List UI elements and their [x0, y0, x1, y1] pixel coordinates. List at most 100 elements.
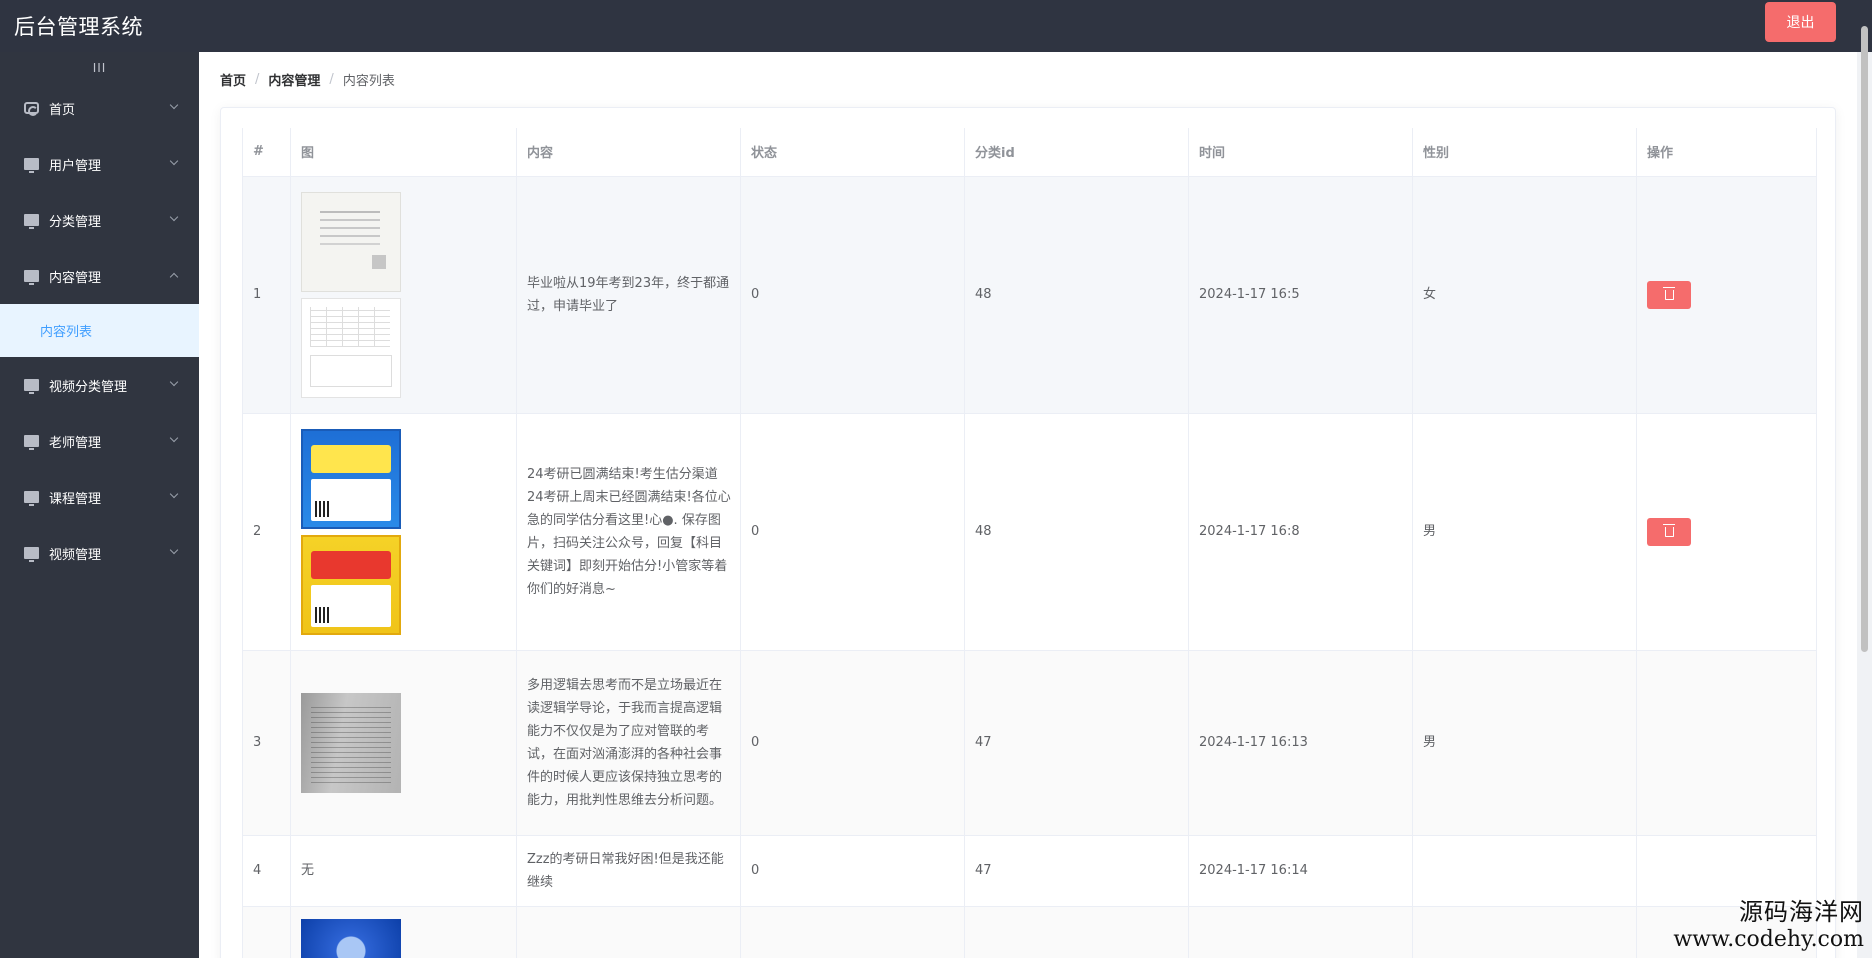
cell-index: 2	[242, 413, 291, 651]
trash-icon	[1662, 523, 1675, 537]
chevron-down-icon	[169, 100, 179, 110]
cell-category-id: 48	[964, 413, 1189, 651]
row-image-thumbnail[interactable]	[301, 534, 401, 635]
sidebar-item-categories[interactable]: 分类管理	[0, 192, 199, 248]
column-header-status: 状态	[740, 128, 965, 177]
sidebar-item-label: 首页	[49, 102, 76, 118]
cell-content: 24考研已圆满结束!考生估分渠道24考研上周末已经圆满结束!各位心急的同学估分看…	[516, 413, 741, 651]
cell-index: 1	[242, 176, 291, 414]
column-header-gender: 性别	[1412, 128, 1637, 177]
content-card: # 图 内容 状态 分类id 时间 性别 操作 1 毕业啦从19年考到23年，终…	[220, 107, 1836, 958]
cell-content	[516, 906, 741, 958]
breadcrumb-separator: /	[329, 72, 334, 87]
chevron-down-icon	[169, 545, 179, 555]
sidebar-item-label: 视频分类管理	[49, 379, 128, 395]
logout-button[interactable]: 退出	[1765, 2, 1836, 42]
cell-index	[242, 906, 291, 958]
content-table: # 图 内容 状态 分类id 时间 性别 操作 1 毕业啦从19年考到23年，终…	[242, 128, 1817, 958]
sidebar-item-users[interactable]: 用户管理	[0, 136, 199, 192]
sidebar-item-home[interactable]: 首页	[0, 80, 199, 136]
chevron-down-icon	[169, 377, 179, 387]
chevron-up-icon	[169, 272, 179, 282]
sidebar-item-label: 视频管理	[49, 547, 102, 563]
chevron-down-icon	[169, 156, 179, 166]
cell-content: Zzz的考研日常我好困!但是我还能继续	[516, 835, 741, 907]
sidebar-item-label: 内容管理	[49, 270, 102, 286]
cell-content: 多用逻辑去思考而不是立场最近在读逻辑学导论，于我而言提高逻辑能力不仅仅是为了应对…	[516, 650, 741, 836]
home-icon	[24, 102, 39, 116]
sidebar-item-video-categories[interactable]: 视频分类管理	[0, 357, 199, 413]
cell-content: 毕业啦从19年考到23年，终于都通过，申请毕业了	[516, 176, 741, 414]
cell-gender	[1412, 835, 1637, 907]
table-row: 1 毕业啦从19年考到23年，终于都通过，申请毕业了 0 48 2024-1-1…	[242, 176, 1817, 414]
cell-gender: 男	[1412, 650, 1637, 836]
sidebar-collapse-toggle[interactable]: III	[0, 56, 199, 80]
monitor-icon	[24, 435, 39, 450]
sidebar-item-label: 分类管理	[49, 214, 102, 230]
column-header-image: 图	[290, 128, 517, 177]
app-title: 后台管理系统	[14, 15, 143, 39]
cell-images	[290, 413, 517, 651]
sidebar-item-label: 课程管理	[49, 491, 102, 507]
cell-images	[290, 650, 517, 836]
top-header: 后台管理系统 退出	[0, 0, 1872, 52]
cell-actions	[1636, 413, 1817, 651]
sidebar-item-content[interactable]: 内容管理	[0, 248, 199, 304]
cell-gender: 男	[1412, 413, 1637, 651]
monitor-icon	[24, 214, 39, 229]
chevron-down-icon	[169, 489, 179, 499]
row-image-thumbnail[interactable]	[301, 428, 401, 529]
cell-category-id	[964, 906, 1189, 958]
main-content: 首页 / 内容管理 / 内容列表 # 图 内容 状态 分类id 时间 性别 操作…	[199, 52, 1857, 958]
sidebar-item-label: 老师管理	[49, 435, 102, 451]
sidebar-item-label: 用户管理	[49, 158, 102, 174]
breadcrumb-home[interactable]: 首页	[220, 70, 246, 89]
cell-images: 无	[290, 835, 517, 907]
table-row	[242, 906, 1817, 958]
delete-button[interactable]	[1647, 280, 1691, 309]
table-header-row: # 图 内容 状态 分类id 时间 性别 操作	[242, 128, 1817, 177]
sidebar-subitem-content-list[interactable]: 内容列表	[0, 304, 199, 357]
row-image-thumbnail[interactable]	[301, 297, 401, 398]
cell-time: 2024-1-17 16:14	[1188, 835, 1413, 907]
watermark-url: www.codehy.com	[1673, 927, 1864, 952]
sidebar-item-videos[interactable]: 视频管理	[0, 525, 199, 581]
breadcrumb-separator: /	[255, 72, 260, 87]
cell-status: 0	[740, 835, 965, 907]
monitor-icon	[24, 379, 39, 394]
monitor-icon	[24, 270, 39, 285]
sidebar-item-courses[interactable]: 课程管理	[0, 469, 199, 525]
sidebar: III 首页 用户管理 分类管理 内容管理 内容列表 视频分类管理 老师管理 课…	[0, 52, 199, 958]
monitor-icon	[24, 491, 39, 506]
chevron-down-icon	[169, 433, 179, 443]
cell-status: 0	[740, 176, 965, 414]
cell-status	[740, 906, 965, 958]
breadcrumb: 首页 / 内容管理 / 内容列表	[220, 70, 395, 89]
cell-time	[1188, 906, 1413, 958]
watermark-name: 源码海洋网	[1739, 898, 1864, 926]
breadcrumb-content-management[interactable]: 内容管理	[268, 70, 320, 89]
page-scrollbar[interactable]	[1861, 26, 1868, 652]
table-row: 2 24考研已圆满结束!考生估分渠道24考研上周末已经圆满结束!各位心急的同学估…	[242, 413, 1817, 651]
cell-images	[290, 176, 517, 414]
cell-images	[290, 906, 517, 958]
monitor-icon	[24, 547, 39, 562]
cell-category-id: 48	[964, 176, 1189, 414]
row-image-thumbnail[interactable]	[301, 191, 401, 292]
cell-category-id: 47	[964, 835, 1189, 907]
table-row: 4 无 Zzz的考研日常我好困!但是我还能继续 0 47 2024-1-17 1…	[242, 835, 1817, 907]
cell-actions	[1636, 650, 1817, 836]
cell-time: 2024-1-17 16:5	[1188, 176, 1413, 414]
row-image-thumbnail[interactable]	[301, 918, 401, 958]
column-header-category-id: 分类id	[964, 128, 1189, 177]
row-image-thumbnail[interactable]	[301, 692, 401, 793]
cell-index: 4	[242, 835, 291, 907]
column-header-time: 时间	[1188, 128, 1413, 177]
delete-button[interactable]	[1647, 517, 1691, 546]
table-row: 3 多用逻辑去思考而不是立场最近在读逻辑学导论，于我而言提高逻辑能力不仅仅是为了…	[242, 650, 1817, 836]
sidebar-item-teachers[interactable]: 老师管理	[0, 413, 199, 469]
cell-status: 0	[740, 650, 965, 836]
column-header-actions: 操作	[1636, 128, 1817, 177]
cell-category-id: 47	[964, 650, 1189, 836]
monitor-icon	[24, 158, 39, 173]
